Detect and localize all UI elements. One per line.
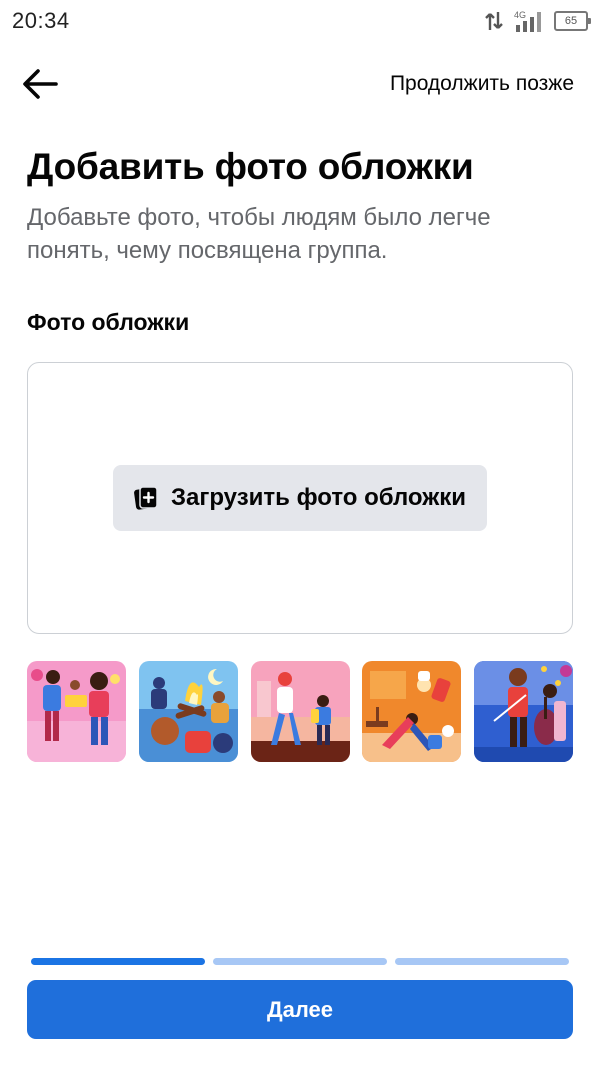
status-bar: 20:34 4G 65 [0,0,600,42]
progress-step-3 [395,958,569,965]
page-title: Добавить фото обложки [27,146,474,187]
status-icons: 4G 65 [484,9,591,33]
data-transfer-icon [484,10,504,32]
status-time: 20:34 [12,8,70,33]
cover-photo-section-label: Фото обложки [27,309,190,335]
next-button-label: Далее [266,996,334,1022]
continue-later-link[interactable]: Продолжить позже [390,72,574,96]
signal-4g-icon: 4G [514,9,544,33]
page-subtitle: Добавьте фото, чтобы людям было легче по… [27,204,491,264]
cover-illustration-campfire[interactable] [138,661,238,762]
upload-cover-photo-button[interactable]: Загрузить фото обложки [112,465,488,531]
next-button[interactable]: Далее [27,980,573,1039]
cover-illustration-walking[interactable] [250,661,350,762]
back-button[interactable] [20,64,60,104]
upload-cover-photo-label: Загрузить фото обложки [170,484,467,511]
network-type-label: 4G [514,10,526,20]
progress-step-1 [31,958,205,965]
top-bar: Продолжить позже [0,58,600,110]
photo-add-icon [134,486,158,510]
arrow-left-icon [23,69,58,99]
step-progress-bar [31,958,569,965]
battery-icon: 65 [554,11,591,31]
progress-step-2 [213,958,387,965]
cover-photo-dropzone[interactable]: Загрузить фото обложки [27,362,573,634]
cover-illustration-music[interactable] [474,661,573,762]
battery-level: 65 [564,15,578,27]
cover-illustrations-row [27,661,573,762]
cover-illustration-yoga[interactable] [362,661,462,762]
cover-illustration-friends[interactable] [27,661,126,762]
